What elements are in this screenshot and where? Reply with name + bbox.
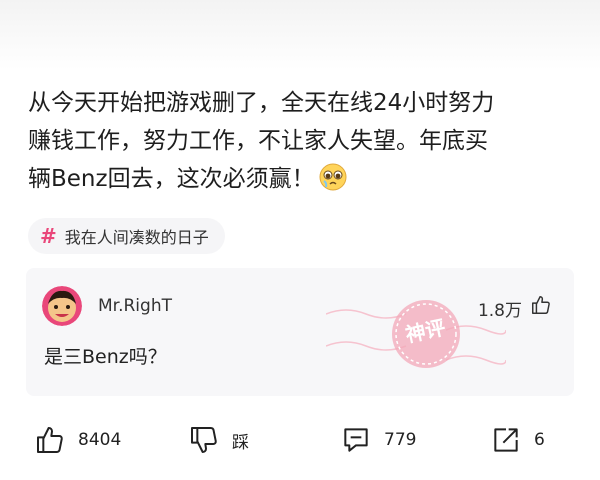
- hot-comment[interactable]: Mr.RighT 1.8万 是三Benz吗？ 神评: [26, 268, 574, 396]
- top-fade: [0, 0, 600, 70]
- post-line: 辆Benz回去，这次必须赢！: [28, 166, 315, 192]
- hashtag-icon: #: [40, 224, 57, 248]
- dislike-button[interactable]: 踩: [188, 420, 249, 460]
- comment-username[interactable]: Mr.RighT: [98, 296, 172, 316]
- stamp-badge: 神评: [326, 300, 506, 368]
- comment-button[interactable]: 779: [340, 420, 416, 460]
- share-icon: [494, 428, 518, 452]
- share-button[interactable]: 6: [490, 420, 545, 460]
- thumbs-down-icon: [191, 427, 217, 453]
- post-line-last: 辆Benz回去，这次必须赢！: [28, 160, 580, 198]
- post-line: 从今天开始把游戏删了，全天在线24小时努力: [28, 90, 495, 116]
- pleading-face-icon: [319, 163, 347, 191]
- thumbs-up-icon: [37, 427, 63, 453]
- avatar[interactable]: [42, 286, 82, 326]
- comment-count: 779: [384, 430, 417, 450]
- topic-tag-label: 我在人间凑数的日子: [64, 228, 209, 247]
- like-count: 8404: [78, 430, 122, 450]
- post-line: 赚钱工作，努力工作，不让家人失望。年底买: [28, 128, 488, 154]
- like-button[interactable]: 8404: [34, 420, 121, 460]
- comment-icon: [344, 428, 368, 452]
- post-text: 从今天开始把游戏删了，全天在线24小时努力 赚钱工作，努力工作，不让家人失望。年…: [28, 84, 580, 198]
- dislike-label: 踩: [232, 432, 249, 453]
- share-count: 6: [534, 430, 545, 450]
- comment-text: 是三Benz吗？: [44, 346, 167, 368]
- topic-tag[interactable]: # 我在人间凑数的日子: [28, 218, 225, 254]
- thumbs-up-icon[interactable]: [530, 294, 552, 316]
- action-bar: 8404 踩 779 6: [0, 420, 600, 460]
